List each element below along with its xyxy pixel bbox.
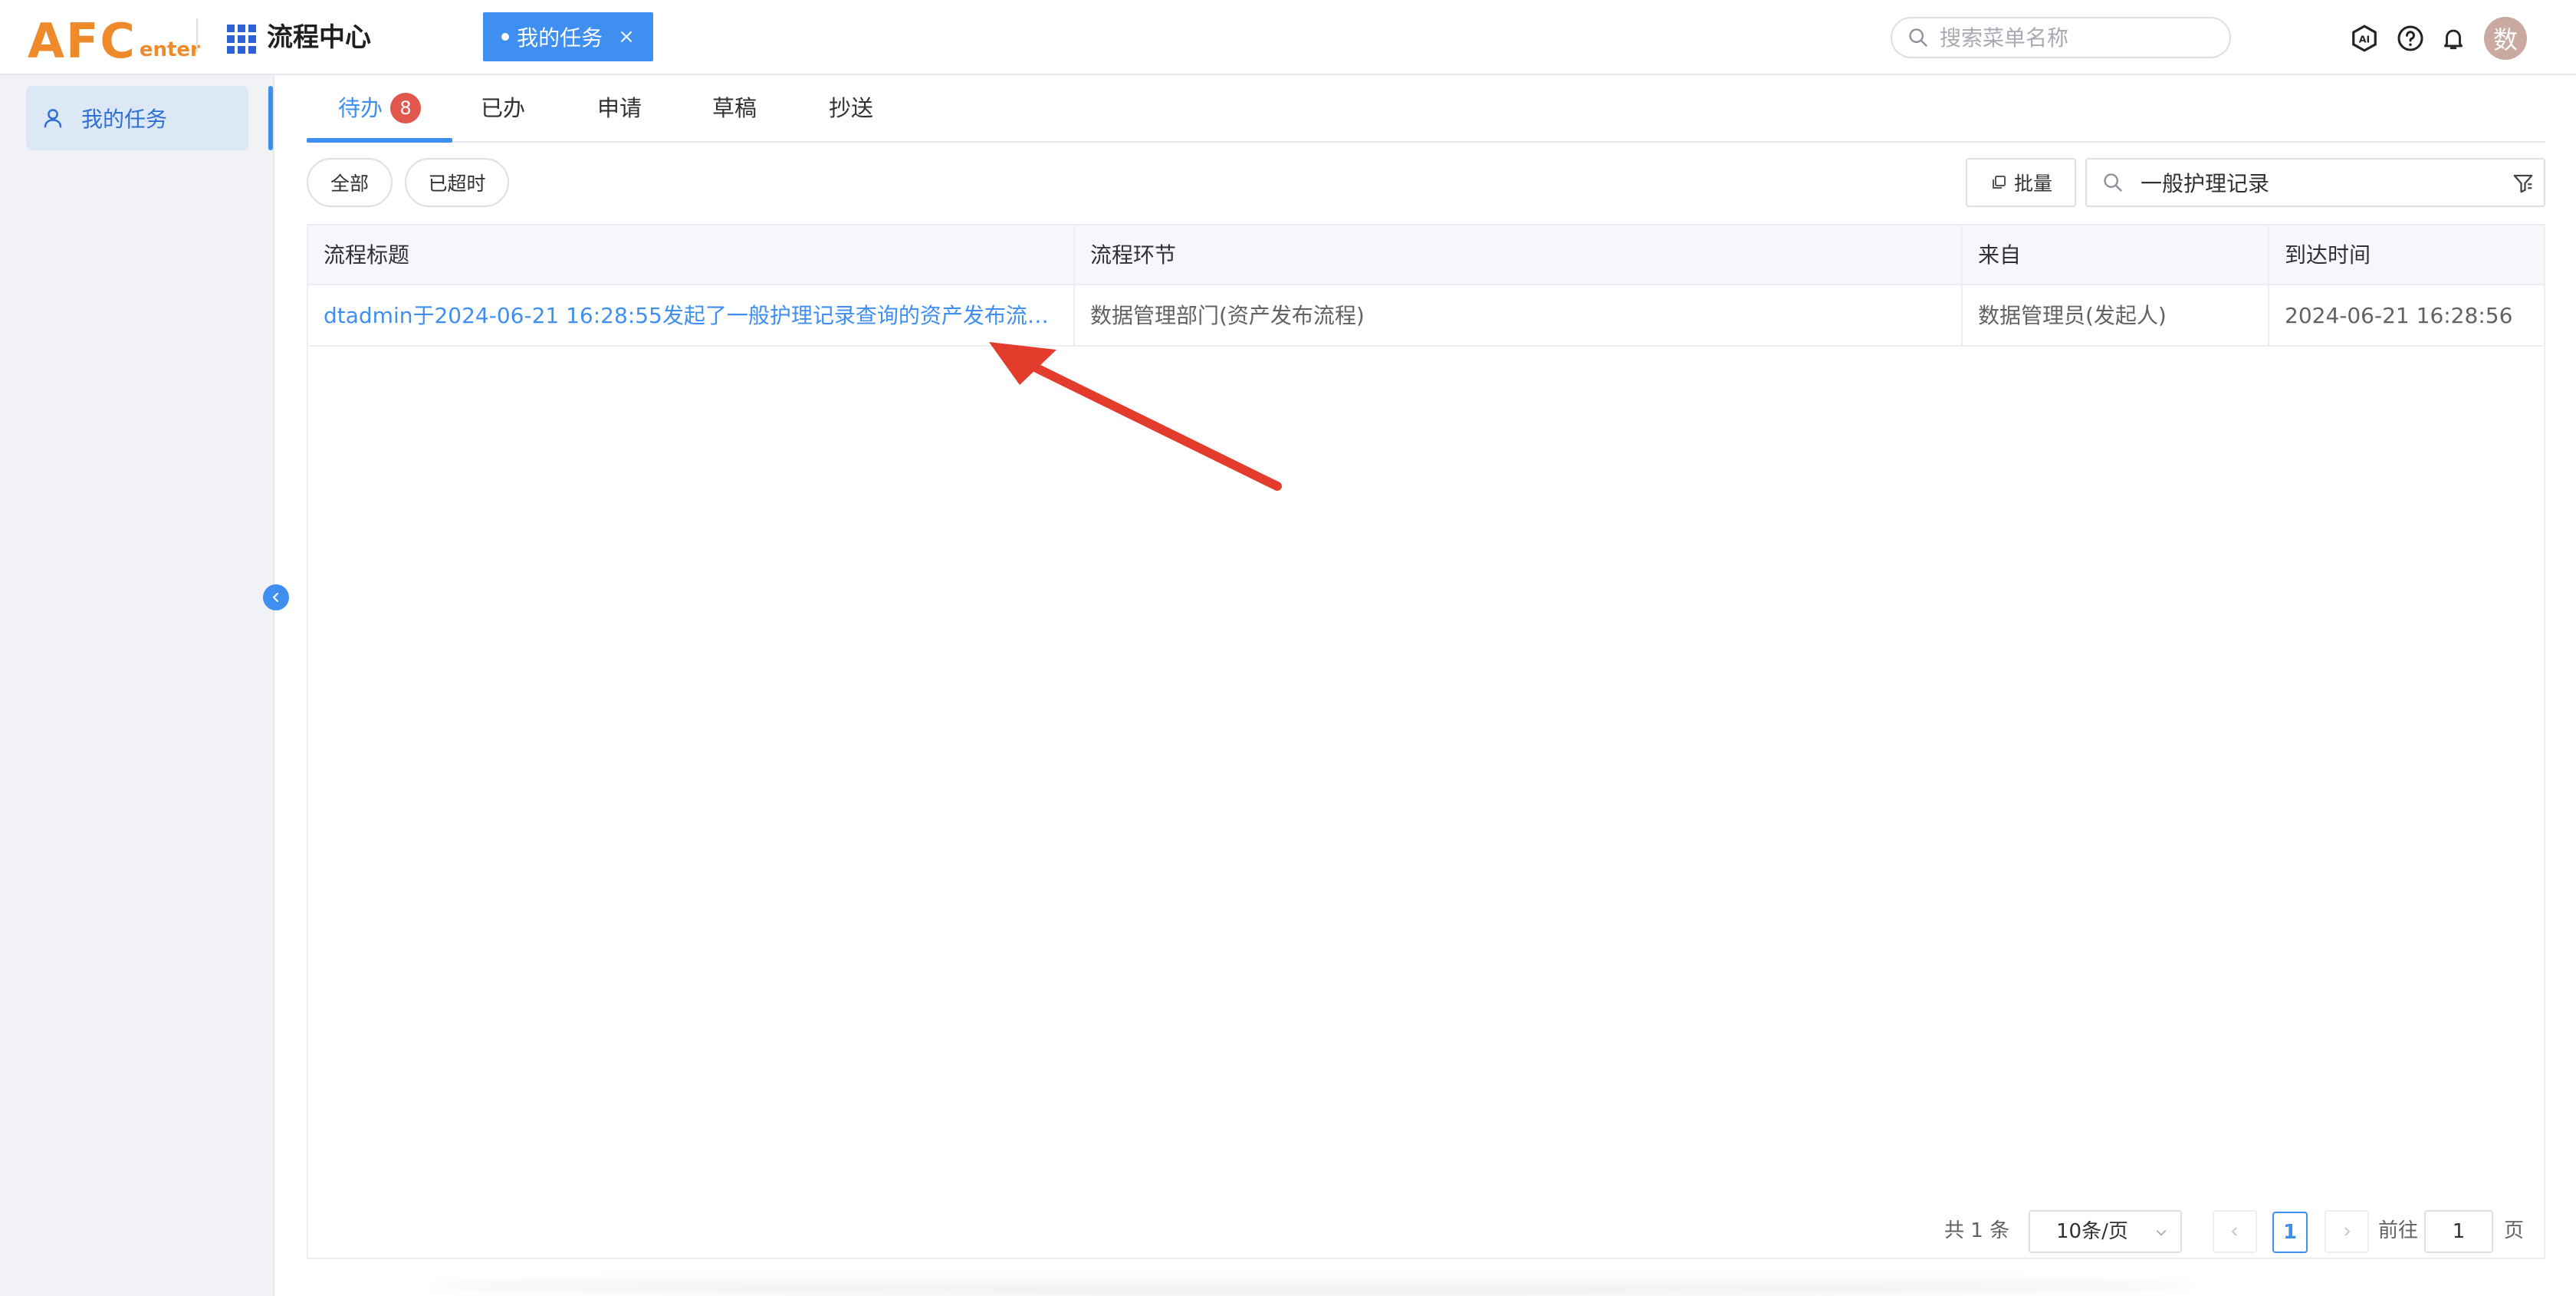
sidebar-item-my-tasks[interactable]: 我的任务 (26, 86, 248, 150)
pagination-total: 共 1 条 (1944, 1219, 2010, 1242)
tab-done[interactable]: 已办 (457, 77, 549, 143)
filter-overdue-button[interactable]: 已超时 (405, 158, 509, 207)
menu-search[interactable] (1891, 17, 2231, 58)
tab-label: 待办 (337, 95, 383, 121)
task-from: 数据管理员(发起人) (1963, 285, 2269, 347)
page-size-value: 10条/页 (2056, 1220, 2128, 1243)
search-icon (1909, 28, 1927, 47)
task-search-input[interactable] (2141, 169, 2501, 196)
top-header: AFC enter 流程中心 我的任务 × AI (0, 0, 2576, 75)
grid-icon[interactable] (227, 25, 256, 54)
sidebar: 我的任务 (0, 75, 274, 1296)
help-icon[interactable] (2395, 23, 2426, 54)
goto-page-input[interactable] (2424, 1210, 2493, 1253)
afcenter-logo[interactable]: AFC enter (28, 8, 200, 69)
prev-page-button[interactable] (2213, 1210, 2257, 1253)
logo-text: AFC (28, 13, 136, 69)
active-dot-icon (501, 33, 510, 41)
page-unit-label: 页 (2504, 1219, 2525, 1242)
search-icon (2104, 173, 2122, 192)
chevron-left-icon (273, 593, 278, 602)
task-title-link[interactable]: dtadmin于2024-06-21 16:28:55发起了一般护理记录查询的资… (308, 285, 1075, 347)
table-header: 流程标题 流程环节 来自 到达时间 (308, 225, 2544, 285)
task-arrival-time: 2024-06-21 16:28:56 (2285, 303, 2513, 328)
pagination: 共 1 条 10条/页 1 前往 页 (276, 1204, 2576, 1258)
tab-draft[interactable]: 草稿 (688, 77, 780, 143)
filter-icon[interactable] (2512, 172, 2535, 195)
ai-icon[interactable]: AI (2349, 23, 2380, 54)
close-icon[interactable]: × (618, 25, 635, 48)
todo-count-badge: 8 (390, 93, 421, 123)
bottom-shadow (429, 1275, 2193, 1296)
table-row[interactable]: dtadmin于2024-06-21 16:28:55发起了一般护理记录查询的资… (308, 285, 2544, 347)
page-size-select[interactable]: 10条/页 (2029, 1210, 2182, 1253)
sidebar-active-indicator (268, 86, 273, 150)
task-step: 数据管理部门(资产发布流程) (1075, 285, 1963, 347)
column-header-from: 来自 (1963, 225, 2269, 285)
user-icon (44, 109, 62, 128)
open-tab-my-tasks[interactable]: 我的任务 × (483, 12, 653, 61)
chevron-right-icon (2344, 1227, 2351, 1236)
batch-label: 批量 (2013, 173, 2052, 195)
task-search[interactable] (2085, 158, 2545, 207)
tab-active-underline (307, 138, 452, 143)
app-title: 流程中心 (267, 22, 371, 53)
sidebar-collapse-button[interactable] (263, 584, 289, 610)
bell-icon[interactable] (2438, 23, 2469, 54)
header-divider (196, 18, 198, 52)
copy-icon (1992, 176, 2006, 189)
sidebar-item-label: 我的任务 (81, 107, 168, 132)
svg-text:AI: AI (2359, 34, 2371, 45)
logo-subtext: enter (139, 38, 200, 61)
tab-apply[interactable]: 申请 (573, 77, 665, 143)
batch-button[interactable]: 批量 (1966, 158, 2076, 207)
tab-cc[interactable]: 抄送 (805, 77, 897, 143)
task-table: 流程标题 流程环节 来自 到达时间 dtadmin于2024-06-21 16:… (307, 224, 2545, 1259)
chevron-down-icon (2156, 1230, 2167, 1236)
filter-all-button[interactable]: 全部 (307, 158, 393, 207)
app-window: AFC enter 流程中心 我的任务 × AI (0, 0, 2576, 1296)
open-tab-label: 我的任务 (517, 25, 603, 51)
tab-todo[interactable]: 待办 8 (307, 77, 452, 143)
column-header-step: 流程环节 (1075, 225, 1963, 285)
chevron-left-icon (2231, 1227, 2237, 1236)
page-number-current[interactable]: 1 (2272, 1212, 2308, 1253)
column-header-title: 流程标题 (308, 225, 1075, 285)
main-content: 待办 8 已办 申请 草稿 抄送 全部 已超时 批量 一般护理记录 流程标题 流… (276, 77, 2576, 1296)
menu-search-input[interactable] (1940, 25, 2216, 51)
column-header-arrival: 到达时间 (2285, 242, 2371, 268)
next-page-button[interactable] (2325, 1210, 2369, 1253)
user-avatar[interactable]: 数 (2484, 17, 2527, 60)
goto-label: 前往 (2378, 1219, 2419, 1242)
